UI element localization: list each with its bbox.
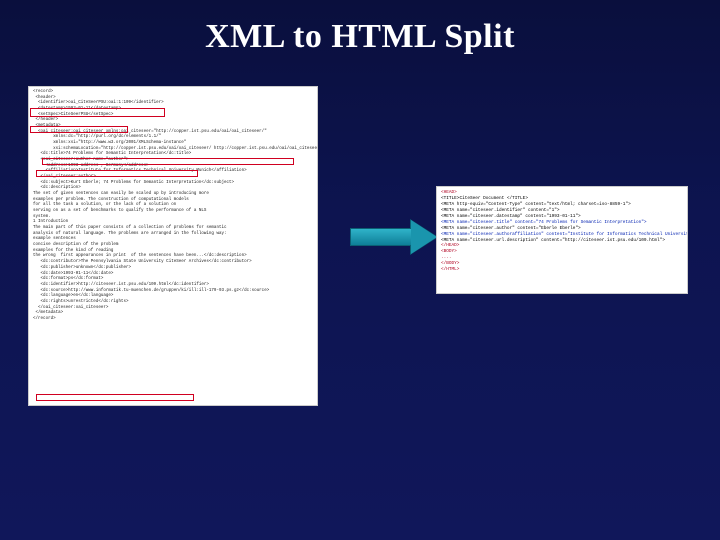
html-output-line: <META name="citeseer.url.description" co… [441, 238, 683, 244]
xml-source-panel: <record> <header> <identifier>oai_CiteSe… [28, 86, 318, 406]
transform-arrow [350, 220, 440, 254]
html-output-line: </HTML> [441, 267, 683, 273]
html-output-panel: <HEAD><TITLE>CiteSeer Document </TITLE><… [436, 186, 688, 294]
html-output-line: <META name="citeseer.title" content="74 … [441, 220, 683, 226]
slide-title: XML to HTML Split [0, 0, 720, 56]
html-output-line: <META name="citeseer.authoraffiliation" … [441, 232, 683, 238]
